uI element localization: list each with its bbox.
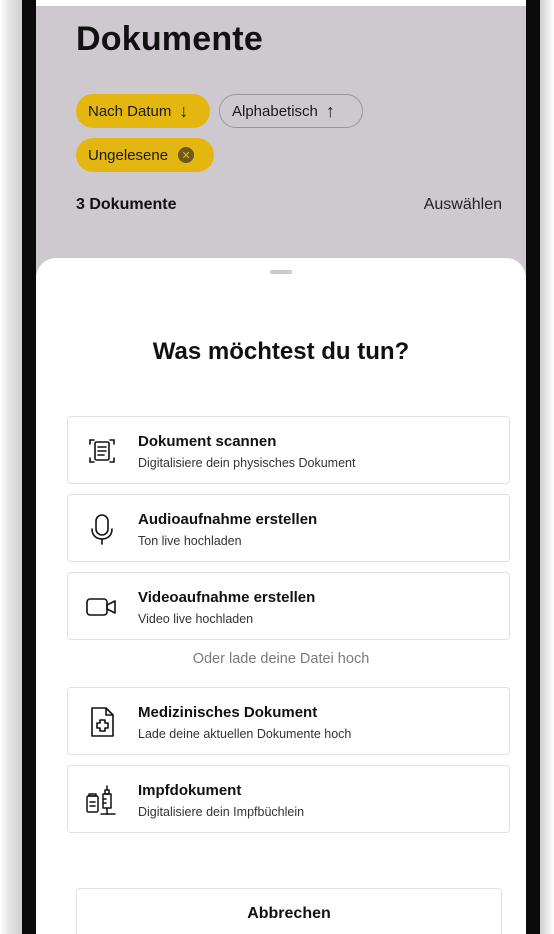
option-video-recording[interactable]: Videoaufnahme erstellen Video live hochl… — [67, 572, 510, 640]
device-bezel-left — [22, 0, 36, 934]
action-sheet: Was möchtest du tun? Dokument scannen Di… — [36, 258, 526, 934]
option-subtitle: Ton live hochladen — [138, 534, 242, 548]
option-subtitle: Lade deine aktuellen Dokumente hoch — [138, 727, 352, 741]
option-scan-document[interactable]: Dokument scannen Digitalisiere dein phys… — [67, 416, 510, 484]
document-count: 3 Dokumente — [76, 196, 177, 213]
option-title: Videoaufnahme erstellen — [138, 589, 316, 606]
option-title: Audioaufnahme erstellen — [138, 511, 318, 528]
vaccination-document-icon — [86, 785, 116, 815]
sheet-title: Was möchtest du tun? — [152, 338, 410, 365]
close-circle-icon[interactable]: ✕ — [178, 147, 195, 163]
sheet-drag-handle[interactable] — [270, 270, 292, 274]
photo-margin-right — [540, 0, 554, 934]
app-screen: Dokumente Nach Datum ↓ Alphabetisch ↑ Un… — [36, 6, 526, 934]
option-subtitle: Digitalisiere dein Impfbüchlein — [138, 805, 305, 819]
option-subtitle: Digitalisiere dein physisches Dokument — [138, 456, 356, 470]
sort-alphabetical-label: Alphabetisch — [232, 102, 318, 120]
option-title: Medizinisches Dokument — [138, 704, 318, 721]
option-title: Dokument scannen — [138, 433, 277, 450]
sort-by-date-label: Nach Datum — [88, 102, 172, 120]
option-title: Impfdokument — [138, 782, 242, 799]
photo-margin-left — [0, 0, 22, 934]
scan-document-icon — [89, 439, 115, 463]
arrow-up-icon: ↑ — [325, 101, 335, 121]
video-camera-icon — [86, 598, 116, 616]
option-subtitle: Video live hochladen — [138, 612, 254, 626]
medical-document-icon — [91, 707, 114, 737]
device-bezel-right — [526, 0, 540, 934]
filter-unread-label: Ungelesene — [88, 146, 169, 164]
cancel-button[interactable]: Abbrechen — [76, 888, 502, 934]
option-vaccination-document[interactable]: Impfdokument Digitalisiere dein Impfbüch… — [67, 765, 510, 833]
option-medical-document[interactable]: Medizinisches Dokument Lade deine aktuel… — [67, 687, 510, 755]
microphone-icon — [91, 514, 113, 545]
sort-alphabetical-chip[interactable]: Alphabetisch ↑ — [219, 94, 363, 128]
arrow-down-icon: ↓ — [179, 101, 189, 121]
page-title: Dokumente — [76, 20, 263, 58]
filter-unread-chip[interactable]: Ungelesene ✕ — [76, 138, 214, 172]
select-button[interactable]: Auswählen — [424, 196, 502, 214]
sort-by-date-chip[interactable]: Nach Datum ↓ — [76, 94, 210, 128]
upload-divider-text: Oder lade deine Datei hoch — [192, 651, 370, 667]
option-audio-recording[interactable]: Audioaufnahme erstellen Ton live hochlad… — [67, 494, 510, 562]
